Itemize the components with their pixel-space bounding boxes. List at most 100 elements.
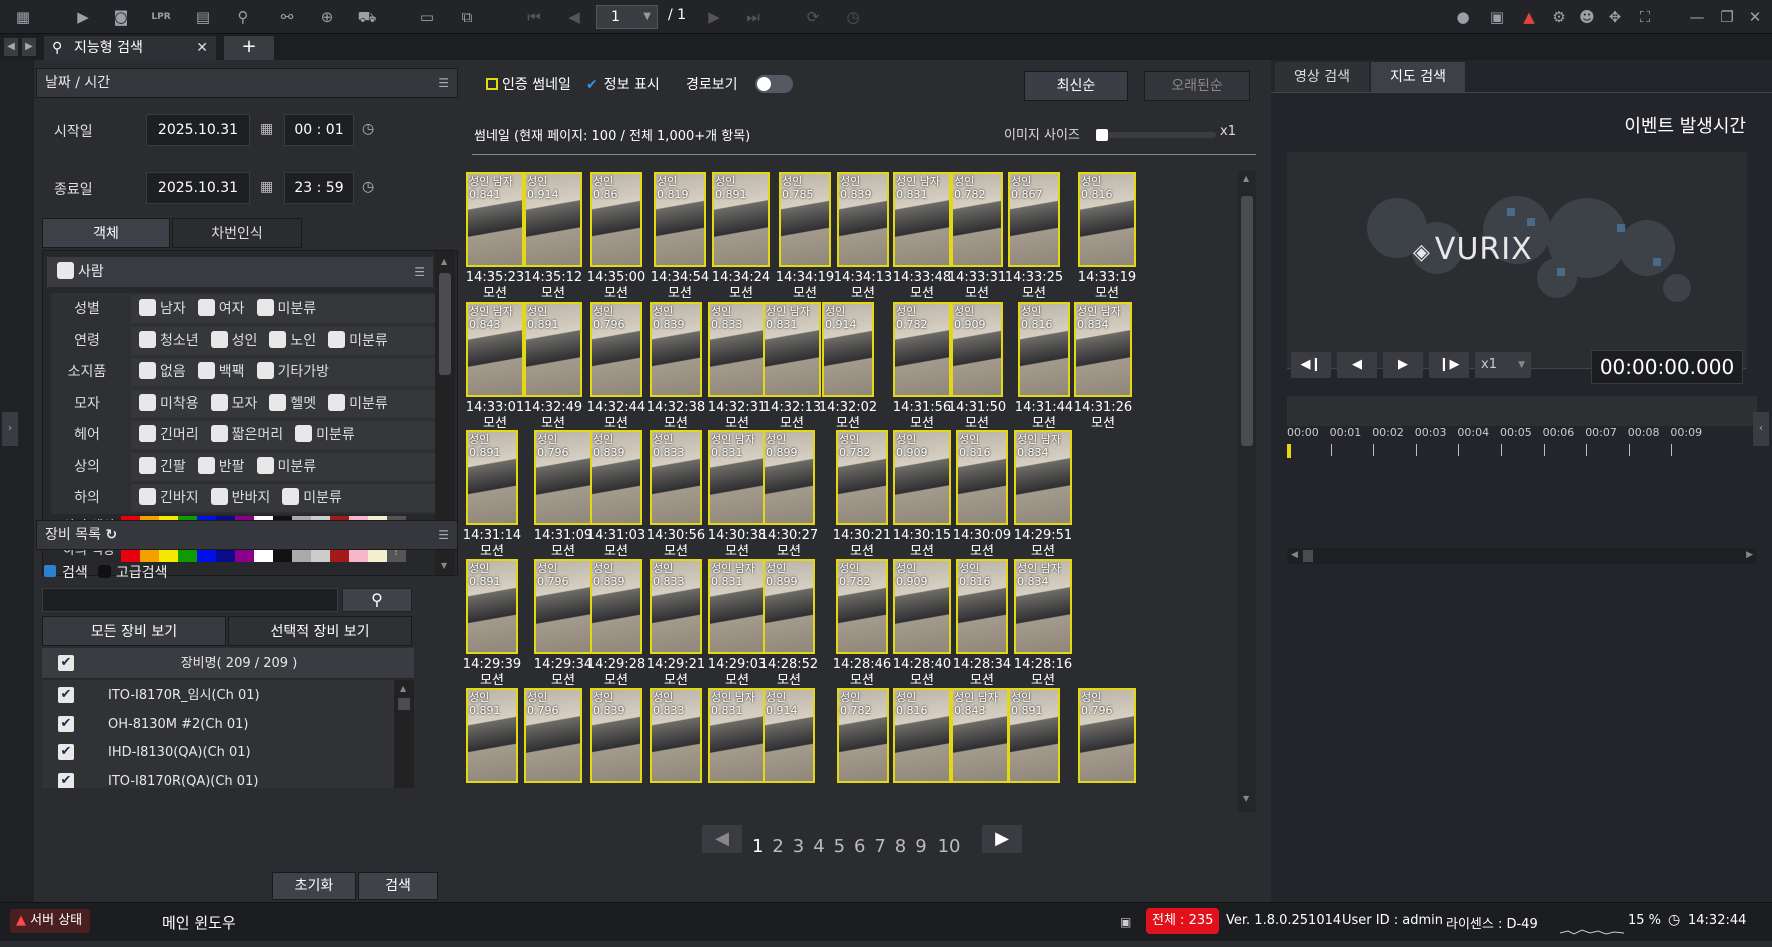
- person-thumbnail[interactable]: 성인 0.891: [466, 688, 518, 783]
- person-thumbnail[interactable]: 성인 남자 0.831: [763, 302, 821, 397]
- tab-intelligent-search[interactable]: ⚲ 지능형 검색 ✕: [44, 36, 216, 60]
- filter-option-checkbox[interactable]: 긴바지: [139, 488, 199, 506]
- calendar-icon[interactable]: ▤: [192, 6, 214, 28]
- reverse-play-button[interactable]: ◀: [1337, 352, 1377, 378]
- last-page-icon[interactable]: ⏭: [742, 6, 764, 28]
- next-page-button[interactable]: ▶: [982, 825, 1022, 853]
- device-row[interactable]: ✔ OH-8130M #2(Ch 01): [42, 708, 414, 740]
- tab-map-search[interactable]: 지도 검색: [1371, 62, 1465, 92]
- timeline-ruler[interactable]: 00:00 00:01 00:02 00:03 00:04 00:05 00:06 00:07…: [1287, 426, 1757, 496]
- filter-option-checkbox[interactable]: 긴팔: [139, 456, 186, 475]
- clock-icon[interactable]: ◷: [362, 121, 374, 137]
- person-thumbnail[interactable]: 성인 0.839: [590, 559, 642, 654]
- person-thumbnail[interactable]: 성인 남자 0.834: [1014, 430, 1072, 525]
- calendar-icon[interactable]: ▦: [260, 179, 273, 195]
- user-icon[interactable]: ☻: [1576, 6, 1598, 28]
- bike-icon[interactable]: ⚯: [276, 6, 298, 28]
- end-date-field[interactable]: 2025.10.31: [146, 172, 250, 204]
- tab-scroll-left-icon[interactable]: ◀: [4, 38, 18, 56]
- person-thumbnail[interactable]: 성인 0.782: [893, 302, 951, 397]
- person-thumbnail[interactable]: 성인 0.899: [763, 559, 815, 654]
- filter-option-checkbox[interactable]: 미착용: [139, 393, 199, 412]
- filter-option-checkbox[interactable]: 헬멧: [269, 393, 316, 412]
- total-events-badge[interactable]: 전체 : 235: [1146, 908, 1220, 934]
- filter-option-checkbox[interactable]: 기타가방: [256, 362, 329, 380]
- tab-selected-devices[interactable]: 선택적 장비 보기: [228, 616, 412, 646]
- prev-page-icon[interactable]: ◀: [563, 6, 585, 28]
- filter-option-checkbox[interactable]: 반바지: [210, 488, 270, 506]
- move-icon[interactable]: ✥: [1604, 6, 1626, 28]
- gear-icon[interactable]: ⚙: [1548, 6, 1570, 28]
- person-thumbnail[interactable]: 성인 0.891: [524, 302, 582, 397]
- person-thumbnail[interactable]: 성인 남자 0.831: [708, 688, 766, 783]
- timeline-track[interactable]: [1287, 396, 1757, 426]
- end-time-field[interactable]: 23 : 59: [284, 172, 354, 204]
- person-thumbnail[interactable]: 성인 0.909: [951, 302, 1003, 397]
- person-thumbnail[interactable]: 성인 0.796: [590, 302, 642, 397]
- alarm-icon[interactable]: ▲: [1518, 6, 1540, 28]
- filter-option-checkbox[interactable]: 미분류: [256, 299, 316, 317]
- filter-option-checkbox[interactable]: 청소년: [139, 330, 199, 349]
- prev-page-button[interactable]: ◀: [702, 825, 742, 853]
- person-thumbnail[interactable]: 성인 0.909: [893, 430, 951, 525]
- page-link[interactable]: 1: [752, 836, 763, 857]
- page-link[interactable]: 3: [793, 836, 804, 857]
- show-info-option[interactable]: ✔ 정보 표시: [586, 74, 660, 94]
- person-thumbnail[interactable]: 성인 0.891: [466, 559, 518, 654]
- person-thumbnail[interactable]: 성인 0.782: [951, 172, 1003, 267]
- tab-plate[interactable]: 차번인식: [172, 218, 302, 248]
- filter-option-checkbox[interactable]: 노인: [269, 330, 316, 349]
- person-thumbnail[interactable]: 성인 0.782: [836, 430, 888, 525]
- page-link[interactable]: 6: [854, 836, 865, 857]
- tab-all-devices[interactable]: 모든 장비 보기: [42, 616, 226, 646]
- chat-icon[interactable]: ●: [1452, 6, 1474, 28]
- person-thumbnail[interactable]: 성인 0.782: [837, 688, 889, 783]
- device-row[interactable]: ✔ IHD-I8130(QA)(Ch 01): [42, 737, 414, 768]
- layout-icon[interactable]: ▭: [416, 6, 438, 28]
- collapse-right-icon[interactable]: ‹: [1753, 412, 1769, 446]
- person-search-icon[interactable]: ⚲: [232, 6, 254, 28]
- filter-option-checkbox[interactable]: 미분류: [256, 456, 316, 475]
- filter-option-checkbox[interactable]: 미분류: [295, 425, 355, 443]
- start-time-field[interactable]: 00 : 01: [284, 114, 354, 146]
- person-thumbnail[interactable]: 성인 0.914: [763, 688, 815, 783]
- restore-icon[interactable]: ❐: [1716, 6, 1738, 28]
- refresh-screen-icon[interactable]: ⟳: [802, 6, 824, 28]
- person-thumbnail[interactable]: 성인 남자 0.834: [1074, 302, 1132, 397]
- expand-left-icon[interactable]: ›: [2, 412, 18, 446]
- filter-option-checkbox[interactable]: 미분류: [282, 488, 342, 506]
- person-thumbnail[interactable]: 성인 0.914: [524, 172, 582, 267]
- minimize-icon[interactable]: —: [1686, 6, 1708, 28]
- tab-object[interactable]: 객체: [42, 218, 170, 248]
- globe-search-icon[interactable]: ⊕: [316, 6, 338, 28]
- person-thumbnail[interactable]: 성인 0.833: [650, 559, 702, 654]
- person-thumbnail[interactable]: 성인 0.782: [836, 559, 888, 654]
- person-thumbnail[interactable]: 성인 0.839: [590, 688, 642, 783]
- device-checkbox[interactable]: ✔: [58, 744, 74, 760]
- person-thumbnail[interactable]: 성인 남자 0.843: [466, 302, 524, 397]
- filter-option-checkbox[interactable]: 남자: [139, 299, 186, 317]
- person-thumbnail[interactable]: 성인 0.891: [466, 430, 518, 525]
- page-link[interactable]: 4: [813, 836, 824, 857]
- person-thumbnail[interactable]: 성인 0.909: [893, 559, 951, 654]
- person-thumbnail[interactable]: 성인 0.891: [1008, 688, 1060, 783]
- menu-icon[interactable]: ☰: [438, 521, 449, 549]
- filter-option-checkbox[interactable]: 모자: [210, 393, 257, 412]
- page-link[interactable]: 9: [915, 836, 926, 857]
- search-video-icon[interactable]: ◙: [110, 6, 132, 28]
- device-search-input[interactable]: [42, 588, 338, 612]
- route-view-toggle[interactable]: [755, 75, 793, 93]
- clock-icon[interactable]: ◷: [362, 179, 374, 195]
- calendar-icon[interactable]: ▦: [260, 121, 273, 137]
- device-checkbox[interactable]: ✔: [58, 687, 74, 703]
- person-thumbnail[interactable]: 성인 0.816: [956, 559, 1008, 654]
- menu-icon[interactable]: ☰: [438, 69, 449, 97]
- close-icon[interactable]: ✕: [1744, 6, 1766, 28]
- timeline-playhead[interactable]: [1287, 444, 1291, 458]
- filter-option-checkbox[interactable]: 긴머리: [139, 425, 199, 443]
- person-thumbnail[interactable]: 성인 남자 0.831: [893, 172, 951, 267]
- menu-icon[interactable]: ☰: [414, 257, 425, 287]
- person-thumbnail[interactable]: 성인 0.891: [712, 172, 770, 267]
- device-checkbox[interactable]: ✔: [58, 772, 74, 788]
- person-thumbnail[interactable]: 성인 0.785: [779, 172, 831, 267]
